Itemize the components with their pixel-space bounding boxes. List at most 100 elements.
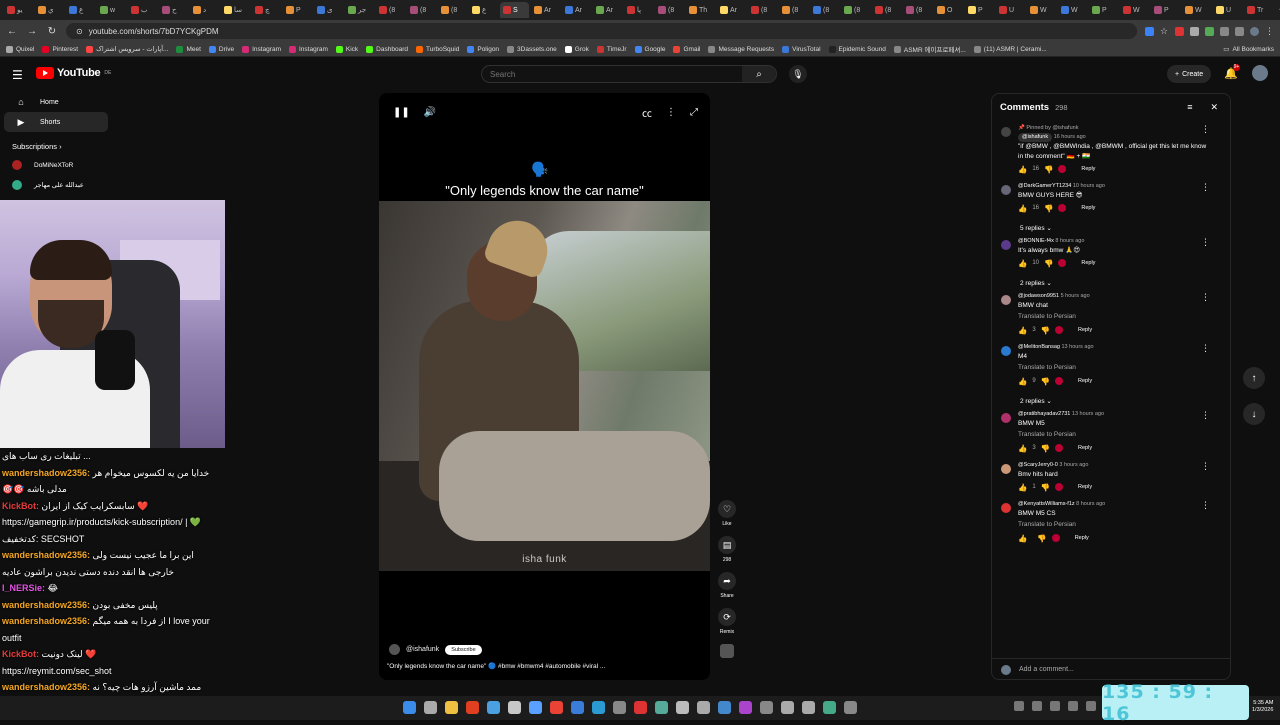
bookmark-item[interactable]: Instagram [288, 45, 328, 53]
bookmark-item[interactable]: آپارات - سرویس اشتراک... [86, 45, 168, 53]
settings-icon[interactable] [487, 701, 500, 714]
browser-tab[interactable]: یو [4, 2, 33, 18]
reply-button[interactable]: Reply [1078, 484, 1092, 490]
extension-icon[interactable] [1145, 26, 1154, 36]
volume-icon[interactable]: 🔊 [424, 107, 436, 118]
browser-tab[interactable]: Tr [1244, 2, 1273, 18]
avatar[interactable] [1001, 185, 1011, 195]
comment-author[interactable]: @DarkGamerYT1234 [1018, 183, 1071, 189]
browser-tab[interactable]: (8 [655, 2, 684, 18]
browser-tab[interactable]: (8 [438, 2, 467, 18]
create-button[interactable]: + Create [1167, 65, 1212, 83]
browser-tab[interactable]: Ar [717, 2, 746, 18]
browser-tab[interactable]: جر [345, 2, 374, 18]
thumbs-down-icon[interactable]: 👎 [1037, 534, 1046, 543]
app-icon[interactable] [718, 701, 731, 714]
subscriptions-heading[interactable]: Subscriptions › [0, 132, 112, 155]
file-explorer-icon[interactable] [445, 701, 458, 714]
comment-time[interactable]: 3 hours ago [1059, 462, 1088, 468]
back-icon[interactable]: ← [6, 26, 18, 37]
browser-tab[interactable]: سا [221, 2, 250, 18]
translate-link[interactable]: Translate to Persian [1018, 429, 1208, 441]
browser-tab[interactable]: P [1151, 2, 1180, 18]
bookmark-item[interactable]: TimeJr [596, 45, 627, 53]
bookmark-item[interactable]: Instagram [242, 45, 281, 53]
thumbs-up-icon[interactable]: 👍 [1018, 483, 1027, 492]
reply-button[interactable]: Reply [1081, 166, 1095, 172]
like-button[interactable]: ♡ Like [717, 500, 737, 527]
browser-tab[interactable]: P [283, 2, 312, 18]
all-bookmarks[interactable]: ▭ All Bookmarks [1223, 45, 1280, 54]
bookmark-item[interactable]: Epidemic Sound [828, 45, 886, 53]
thumbs-down-icon[interactable]: 👎 [1041, 444, 1050, 453]
browser-tab[interactable]: Ar [562, 2, 591, 18]
video-description[interactable]: "Only legends know the car name" 🔵 #bmw … [387, 662, 707, 670]
next-short-arrow-icon[interactable]: ↓ [1243, 403, 1265, 425]
thumbs-down-icon[interactable]: 👎 [1041, 483, 1050, 492]
bookmark-item[interactable]: Message Requests [708, 45, 774, 53]
captions-icon[interactable]: ㏄ [642, 105, 652, 120]
comment-time[interactable]: 10 hours ago [1073, 183, 1105, 189]
chrome-icon[interactable] [550, 701, 563, 714]
browser-tab[interactable]: (8 [748, 2, 777, 18]
app-icon[interactable] [802, 701, 815, 714]
search-icon[interactable] [424, 701, 437, 714]
reply-button[interactable]: Reply [1078, 445, 1092, 451]
browser-tab[interactable]: ح [159, 2, 188, 18]
browser-tab[interactable]: ی [314, 2, 343, 18]
extension-icon[interactable] [1190, 26, 1199, 36]
reload-icon[interactable]: ↻ [46, 26, 58, 37]
comment-time[interactable]: 13 hours ago [1072, 411, 1104, 417]
comment-author[interactable]: @ishafunk [1018, 133, 1053, 142]
bookmark-star-icon[interactable]: ☆ [1160, 26, 1169, 36]
tray-icon[interactable] [1050, 701, 1060, 711]
shorts-player[interactable]: ❚❚ 🔊 ㏄ ⋮ ⤢ 🗣️ "Only legends know the car… [379, 93, 710, 680]
reply-button[interactable]: Reply [1078, 327, 1092, 333]
thumbs-up-icon[interactable]: 👍 [1018, 534, 1027, 543]
browser-tab[interactable]: پا [624, 2, 653, 18]
browser-tab[interactable]: S [500, 2, 529, 18]
thumbs-down-icon[interactable]: 👎 [1041, 326, 1050, 335]
replies-toggle[interactable]: 2 replies ⌄ [992, 276, 1230, 292]
subscription-item[interactable]: عبدالله علی مهاجر [0, 175, 112, 195]
bookmark-item[interactable]: Google [634, 45, 665, 53]
extension-icon[interactable] [1235, 26, 1244, 36]
forward-icon[interactable]: → [26, 26, 38, 37]
microphone-icon[interactable]: 🎙 [789, 65, 807, 83]
previous-short-arrow-icon[interactable]: ↑ [1243, 367, 1265, 389]
browser-tab[interactable]: W [1058, 2, 1087, 18]
browser-tab[interactable]: P [965, 2, 994, 18]
site-info-icon[interactable]: ⊙ [76, 27, 83, 36]
browser-tab[interactable]: ع [66, 2, 95, 18]
remix-button[interactable]: ⟳ Remix [717, 608, 737, 635]
search-icon[interactable]: ⌕ [742, 66, 776, 82]
browser-tab[interactable]: (8 [903, 2, 932, 18]
bookmark-item[interactable]: Grok [564, 45, 589, 53]
bookmark-item[interactable]: Poligon [467, 45, 499, 53]
app-icon[interactable] [655, 701, 668, 714]
app-icon[interactable] [844, 701, 857, 714]
thumbs-down-icon[interactable]: 👎 [1044, 165, 1053, 174]
comment-button[interactable]: ▤ 298 [717, 536, 737, 563]
sort-icon[interactable]: ≡ [1187, 102, 1192, 112]
thumbs-up-icon[interactable]: 👍 [1018, 259, 1027, 268]
steam-icon[interactable] [592, 701, 605, 714]
subscription-item[interactable]: DoMiNeXToR [0, 155, 112, 175]
avatar[interactable] [1001, 413, 1011, 423]
bookmark-item[interactable]: Dashboard [366, 45, 408, 53]
app-icon[interactable] [466, 701, 479, 714]
app-icon[interactable] [613, 701, 626, 714]
comment-time[interactable]: 5 hours ago [1061, 293, 1090, 299]
browser-tab[interactable]: W [1120, 2, 1149, 18]
avatar[interactable] [1001, 464, 1011, 474]
app-icon[interactable] [676, 701, 689, 714]
extension-icon[interactable] [1205, 26, 1214, 36]
tray-icon[interactable] [1068, 701, 1078, 711]
browser-tab[interactable]: U [1213, 2, 1242, 18]
reply-button[interactable]: Reply [1081, 205, 1095, 211]
app-icon[interactable] [529, 701, 542, 714]
tray-icon[interactable] [1086, 701, 1096, 711]
comment-menu-icon[interactable]: ⋮ [1201, 500, 1210, 511]
browser-tab[interactable]: Th [686, 2, 715, 18]
translate-link[interactable]: Translate to Persian [1018, 311, 1208, 323]
